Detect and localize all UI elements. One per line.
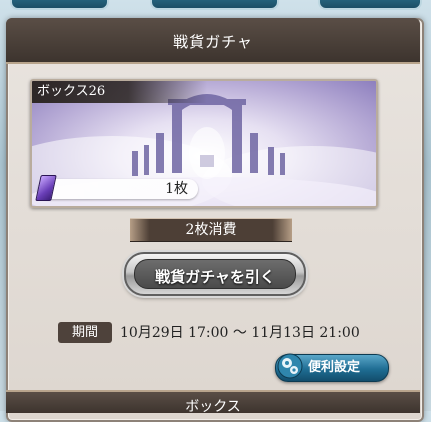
box-number-label: ボックス26 [32,81,207,103]
next-panel-header: ボックス [6,390,420,415]
next-panel-title: ボックス [185,399,241,415]
period-badge: 期間 [58,322,112,343]
gear-icon [277,353,303,379]
cost-label: 2枚消費 [130,218,292,242]
panel-header: 戦貨ガチャ [6,18,420,64]
draw-button-label: 戦貨ガチャを引く [155,268,275,286]
medal-count-bar: 1枚 [38,179,198,199]
medal-count: 1枚 [165,181,188,197]
box-banner[interactable]: ボックス26 1枚 [30,79,378,208]
settings-label: 便利設定 [308,360,361,375]
period-dates: 10月29日 17:00 〜 11月13日 21:00 [120,325,360,341]
draw-button-face: 戦貨ガチャを引く [134,259,296,289]
top-tab-right[interactable] [318,0,422,10]
top-tab-left[interactable] [10,0,109,10]
top-tab-middle[interactable] [150,0,279,10]
panel-title: 戦貨ガチャ [173,33,253,51]
draw-gacha-button[interactable]: 戦貨ガチャを引く [124,252,306,296]
